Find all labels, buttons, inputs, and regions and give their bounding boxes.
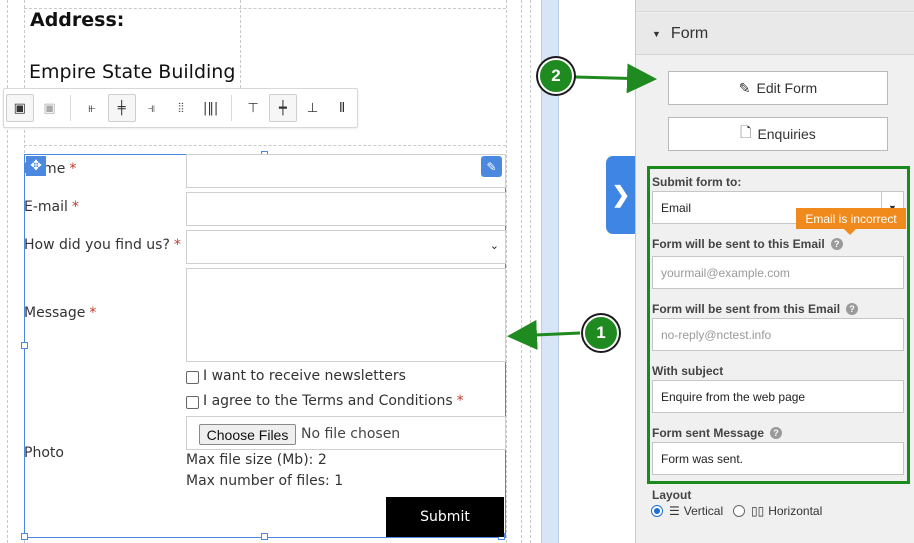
panel-section-header[interactable]: ▼ Form: [636, 13, 914, 55]
panel-top-strip: [636, 0, 914, 12]
email-field[interactable]: [186, 192, 506, 226]
find-us-select[interactable]: ⌄: [186, 230, 506, 264]
resize-handle[interactable]: [261, 533, 268, 540]
enquiries-button[interactable]: 🗋 Enquiries: [668, 117, 888, 151]
email-label: E-mail *: [24, 199, 79, 215]
resize-handle[interactable]: [21, 342, 28, 349]
deselect-block-icon[interactable]: ▣: [36, 94, 64, 122]
max-files-text: Max number of files: 1: [186, 473, 344, 489]
toolbar-divider: [70, 95, 72, 121]
document-icon: 🗋: [740, 124, 752, 140]
guide-line: [240, 0, 241, 88]
photo-label: Photo: [24, 445, 64, 461]
terms-checkbox[interactable]: [186, 396, 199, 409]
pencil-icon: ✎: [738, 79, 751, 96]
resize-handle[interactable]: [21, 533, 28, 540]
message-label: Message *: [24, 305, 97, 321]
align-bottom-icon[interactable]: ⊥: [299, 94, 327, 122]
guide-line: [24, 145, 506, 146]
toolbar-divider: [231, 95, 233, 121]
distribute-horizontal-icon[interactable]: ⦙⦙: [167, 94, 195, 122]
edit-form-button[interactable]: ✎ Edit Form: [668, 71, 888, 105]
layout-horizontal-radio[interactable]: [733, 505, 745, 517]
guide-line: [521, 0, 522, 543]
layout-label: Layout: [652, 488, 692, 502]
align-right-icon[interactable]: ⫣: [138, 94, 166, 122]
guide-line: [7, 0, 8, 543]
terms-label: I agree to the Terms and Conditions *: [203, 393, 464, 409]
move-icon[interactable]: ✥: [26, 156, 46, 176]
panel-toggle-button[interactable]: ❯: [606, 156, 636, 234]
find-us-label: How did you find us? *: [24, 237, 181, 253]
edit-form-label: Edit Form: [756, 80, 818, 96]
chevron-right-icon: ❯: [611, 182, 631, 207]
callout-badge-1: 1: [583, 315, 619, 351]
chevron-down-icon: ⌄: [489, 240, 499, 252]
callout-badge-2: 2: [538, 58, 574, 94]
horizontal-layout-icon: ▯▯: [751, 504, 765, 518]
vertical-layout-icon: ☰: [669, 504, 680, 518]
stretch-vertical-icon[interactable]: Ⅱ: [328, 94, 356, 122]
layout-vertical-option[interactable]: ☰ Vertical: [669, 504, 723, 518]
name-field[interactable]: [186, 154, 506, 188]
choose-files-button[interactable]: Choose Files: [199, 424, 296, 445]
max-size-text: Max file size (Mb): 2: [186, 452, 327, 468]
align-left-icon[interactable]: ⫦: [78, 94, 106, 122]
select-block-icon[interactable]: ▣: [6, 94, 34, 122]
guide-line: [506, 0, 507, 543]
align-top-icon[interactable]: ⊤: [239, 94, 267, 122]
panel-title: Form: [670, 24, 709, 42]
message-textarea[interactable]: [186, 268, 506, 362]
address-value[interactable]: Empire State Building: [29, 61, 235, 83]
newsletter-label: I want to receive newsletters: [203, 368, 406, 384]
align-center-icon[interactable]: ╪: [107, 94, 136, 122]
newsletter-checkbox[interactable]: [186, 371, 199, 384]
editor-canvas: Address: Empire State Building ▣ ▣ ⫦ ╪ ⫣…: [0, 0, 540, 543]
enquiries-label: Enquiries: [757, 126, 816, 142]
guide-line: [530, 0, 531, 543]
email-error-tooltip: Email is incorrect: [796, 208, 906, 229]
submit-button[interactable]: Submit: [386, 497, 504, 537]
tooltip-arrow: [844, 229, 856, 235]
properties-panel: ▼ Form ✎ Edit Form 🗋 Enquiries Submit fo…: [635, 0, 914, 543]
align-middle-icon[interactable]: ┿: [269, 94, 297, 122]
layout-vertical-radio[interactable]: [651, 505, 663, 517]
caret-down-icon: ▼: [652, 28, 661, 39]
alignment-toolbar: ▣ ▣ ⫦ ╪ ⫣ ⦙⦙ |‖| ⊤ ┿ ⊥ Ⅱ: [3, 88, 358, 128]
layout-horizontal-option[interactable]: ▯▯ Horizontal: [751, 504, 822, 518]
address-heading: Address:: [30, 9, 125, 31]
distribute-spaced-icon[interactable]: |‖|: [197, 94, 225, 122]
no-file-text: No file chosen: [301, 426, 401, 442]
pencil-icon[interactable]: ✎: [481, 156, 502, 177]
